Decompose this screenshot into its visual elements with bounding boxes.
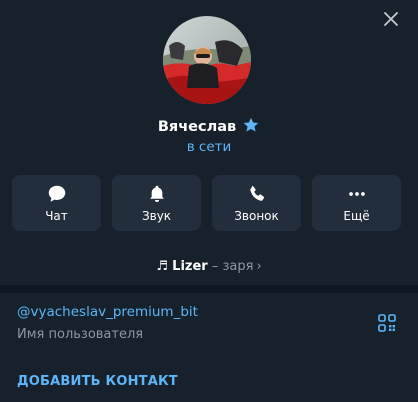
star-icon[interactable] xyxy=(242,116,260,140)
qr-code-icon xyxy=(378,314,396,332)
username-caption: Имя пользователя xyxy=(17,327,144,342)
bell-icon xyxy=(149,185,164,202)
sound-button[interactable]: Звук xyxy=(112,175,201,231)
qr-code-button[interactable] xyxy=(377,313,397,333)
more-button[interactable]: Ещё xyxy=(312,175,401,231)
more-dots-icon xyxy=(348,192,365,196)
avatar[interactable] xyxy=(163,16,251,104)
more-button-label: Ещё xyxy=(343,209,370,223)
add-contact-button[interactable]: ДОБАВИТЬ КОНТАКТ xyxy=(17,373,178,391)
call-button-label: Звонок xyxy=(234,209,279,223)
chevron-right-icon: › xyxy=(256,259,262,274)
chat-button[interactable]: Чат xyxy=(12,175,101,231)
track-title: – заря xyxy=(211,259,254,274)
music-track[interactable]: ♬ Lizer – заря › xyxy=(0,258,418,276)
music-note-icon: ♬ xyxy=(156,259,169,274)
online-status: в сети xyxy=(186,139,232,155)
chat-icon xyxy=(48,185,65,202)
close-icon xyxy=(384,12,398,26)
profile-name: Вячеслав xyxy=(157,119,237,135)
chat-button-label: Чат xyxy=(45,209,68,223)
close-button[interactable] xyxy=(382,10,400,28)
action-buttons: Чат Звук Звонок Ещё xyxy=(12,175,406,231)
section-divider xyxy=(0,285,418,293)
username-link[interactable]: @vyacheslav_premium_bit xyxy=(17,303,198,321)
profile-name-row: Вячеслав xyxy=(0,116,418,136)
call-button[interactable]: Звонок xyxy=(212,175,301,231)
sound-button-label: Звук xyxy=(141,209,172,223)
avatar-photo xyxy=(163,16,251,104)
phone-icon xyxy=(249,186,264,201)
track-artist: Lizer xyxy=(172,259,208,274)
